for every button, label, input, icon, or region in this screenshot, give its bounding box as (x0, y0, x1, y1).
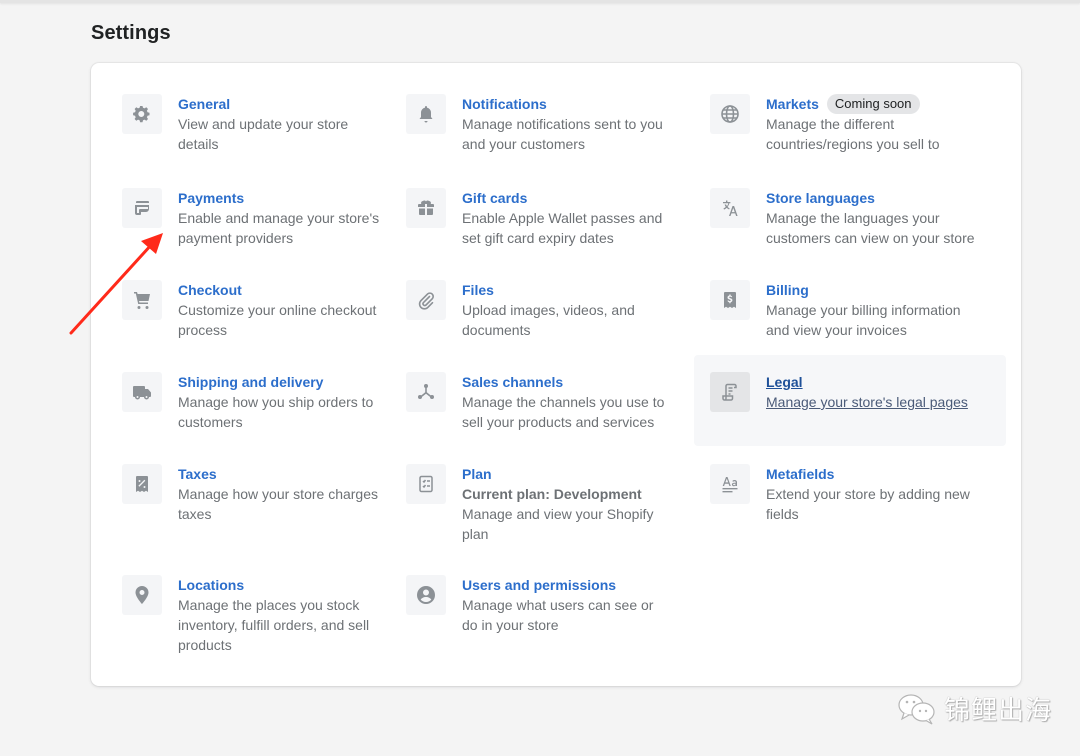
settings-item-title[interactable]: Store languages (766, 188, 976, 208)
receipt-dollar-icon (710, 280, 750, 320)
bell-icon (406, 94, 446, 134)
settings-item-sales-channels[interactable]: Sales channels Manage the channels you u… (406, 372, 706, 432)
settings-item-title[interactable]: Users and permissions (462, 575, 672, 595)
settings-item-title[interactable]: Metafields (766, 464, 976, 484)
translate-icon (710, 188, 750, 228)
current-plan-label: Current plan: Development (462, 486, 642, 502)
legal-scroll-icon (710, 372, 750, 412)
watermark: 锦鲤出海 (896, 690, 1052, 727)
settings-item-desc: Customize your online checkout process (178, 302, 377, 338)
settings-item-metafields[interactable]: Metafields Extend your store by adding n… (710, 464, 1010, 524)
truck-icon (122, 372, 162, 412)
settings-item-taxes[interactable]: Taxes Manage how your store charges taxe… (122, 464, 422, 524)
settings-item-title[interactable]: Payments (178, 188, 388, 208)
settings-item-title[interactable]: Locations (178, 575, 388, 595)
settings-item-title[interactable]: Shipping and delivery (178, 372, 388, 392)
settings-item-desc: Manage the different countries/regions y… (766, 116, 940, 152)
settings-item-title[interactable]: Checkout (178, 280, 388, 300)
settings-item-legal[interactable]: Legal Manage your store's legal pages (694, 355, 1006, 446)
settings-item-desc: Extend your store by adding new fields (766, 486, 970, 522)
text-format-icon (710, 464, 750, 504)
settings-item-desc: Manage what users can see or do in your … (462, 597, 654, 633)
cart-icon (122, 280, 162, 320)
settings-item-title[interactable]: Legal (766, 372, 976, 392)
globe-icon (710, 94, 750, 134)
settings-item-store-languages[interactable]: Store languages Manage the languages you… (710, 188, 1010, 248)
settings-item-desc: Manage your billing information and view… (766, 302, 961, 338)
settings-item-desc: Manage the places you stock inventory, f… (178, 597, 370, 653)
location-pin-icon (122, 575, 162, 615)
settings-item-shipping[interactable]: Shipping and delivery Manage how you shi… (122, 372, 422, 432)
user-icon (406, 575, 446, 615)
settings-item-desc: View and update your store details (178, 116, 349, 152)
top-bar (0, 0, 1080, 3)
settings-item-desc: Upload images, videos, and documents (462, 302, 635, 338)
checklist-icon (406, 464, 446, 504)
settings-item-files[interactable]: Files Upload images, videos, and documen… (406, 280, 706, 340)
settings-item-checkout[interactable]: Checkout Customize your online checkout … (122, 280, 422, 340)
settings-item-title[interactable]: Taxes (178, 464, 388, 484)
payment-card-icon (122, 188, 162, 228)
settings-item-title[interactable]: Billing (766, 280, 976, 300)
settings-item-desc: Enable Apple Wallet passes and set gift … (462, 210, 663, 246)
settings-item-desc: Manage how you ship orders to customers (178, 394, 374, 430)
settings-item-users[interactable]: Users and permissions Manage what users … (406, 575, 706, 635)
settings-item-desc: Manage notifications sent to you and you… (462, 116, 663, 152)
tax-receipt-icon (122, 464, 162, 504)
settings-item-title[interactable]: Sales channels (462, 372, 672, 392)
settings-item-gift-cards[interactable]: Gift cards Enable Apple Wallet passes an… (406, 188, 706, 248)
settings-item-title[interactable]: General (178, 94, 388, 114)
settings-item-billing[interactable]: Billing Manage your billing information … (710, 280, 1010, 340)
settings-item-desc: Manage how your store charges taxes (178, 486, 378, 522)
settings-item-markets[interactable]: Markets Coming soon Manage the different… (710, 94, 1010, 154)
settings-item-plan[interactable]: Plan Current plan: Development Manage an… (406, 464, 706, 544)
settings-item-notifications[interactable]: Notifications Manage notifications sent … (406, 94, 706, 154)
settings-item-title[interactable]: Markets (766, 94, 819, 114)
settings-item-desc: Enable and manage your store's payment p… (178, 210, 380, 246)
settings-item-desc: Manage the languages your customers can … (766, 210, 975, 246)
settings-item-payments[interactable]: Payments Enable and manage your store's … (122, 188, 422, 248)
settings-item-locations[interactable]: Locations Manage the places you stock in… (122, 575, 422, 655)
gift-icon (406, 188, 446, 228)
settings-item-desc: Manage your store's legal pages (766, 394, 968, 410)
settings-item-general[interactable]: General View and update your store detai… (122, 94, 422, 154)
coming-soon-badge: Coming soon (826, 94, 920, 114)
settings-card: General View and update your store detai… (91, 63, 1021, 686)
settings-item-desc: Manage the channels you use to sell your… (462, 394, 665, 430)
settings-item-title[interactable]: Notifications (462, 94, 672, 114)
channels-icon (406, 372, 446, 412)
settings-item-title[interactable]: Gift cards (462, 188, 672, 208)
settings-item-desc: Manage and view your Shopify plan (462, 506, 654, 542)
paperclip-icon (406, 280, 446, 320)
page-title: Settings (91, 22, 171, 44)
settings-item-title[interactable]: Files (462, 280, 672, 300)
watermark-text: 锦鲤出海 (944, 696, 1053, 726)
wechat-icon (898, 693, 935, 725)
gear-icon (122, 94, 162, 134)
settings-item-title[interactable]: Plan (462, 464, 672, 484)
